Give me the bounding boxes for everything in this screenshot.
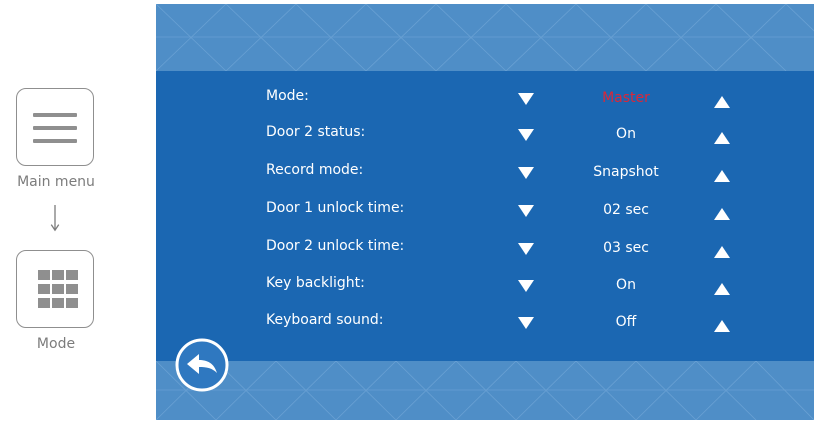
setting-label: Door 1 unlock time: <box>266 200 405 216</box>
main-menu-icon-box <box>16 88 94 166</box>
mode-icon-box <box>16 250 94 328</box>
setting-value: On <box>616 126 636 142</box>
back-button[interactable] <box>174 337 230 393</box>
menu-icon-line <box>33 126 77 130</box>
triangle-up-icon[interactable] <box>712 206 732 222</box>
setting-value: Snapshot <box>593 164 659 180</box>
setting-value: 02 sec <box>603 202 649 218</box>
setting-label: Door 2 unlock time: <box>266 238 405 254</box>
setting-value: 03 sec <box>603 240 649 256</box>
triangle-up-icon[interactable] <box>712 318 732 334</box>
setting-label: Mode: <box>266 88 309 104</box>
arrow-down-icon <box>50 205 60 232</box>
triangle-up-icon[interactable] <box>712 281 732 297</box>
setting-label: Record mode: <box>266 162 364 178</box>
setting-label: Door 2 status: <box>266 124 366 140</box>
main-menu-label: Main menu <box>17 174 95 190</box>
triangle-down-icon[interactable] <box>516 127 536 143</box>
triangle-down-icon[interactable] <box>516 91 536 107</box>
setting-label: Key backlight: <box>266 275 365 291</box>
setting-value: Off <box>615 314 637 330</box>
menu-icon-line <box>33 113 77 117</box>
triangle-down-icon[interactable] <box>516 203 536 219</box>
setting-label: Keyboard sound: <box>266 312 384 328</box>
triangle-down-icon[interactable] <box>516 165 536 181</box>
device-screen: Mode: Master Door 2 status: On Record mode: S… <box>156 4 814 420</box>
triangle-up-icon[interactable] <box>712 168 732 184</box>
triangle-down-icon[interactable] <box>516 278 536 294</box>
setting-value: On <box>616 277 636 293</box>
menu-icon-line <box>33 139 77 143</box>
triangle-up-icon[interactable] <box>712 94 732 110</box>
triangle-down-icon[interactable] <box>516 241 536 257</box>
setting-value: Master <box>602 90 650 106</box>
triangle-up-icon[interactable] <box>712 244 732 260</box>
triangle-up-icon[interactable] <box>712 130 732 146</box>
triangle-down-icon[interactable] <box>516 315 536 331</box>
mode-label: Mode <box>36 336 76 352</box>
